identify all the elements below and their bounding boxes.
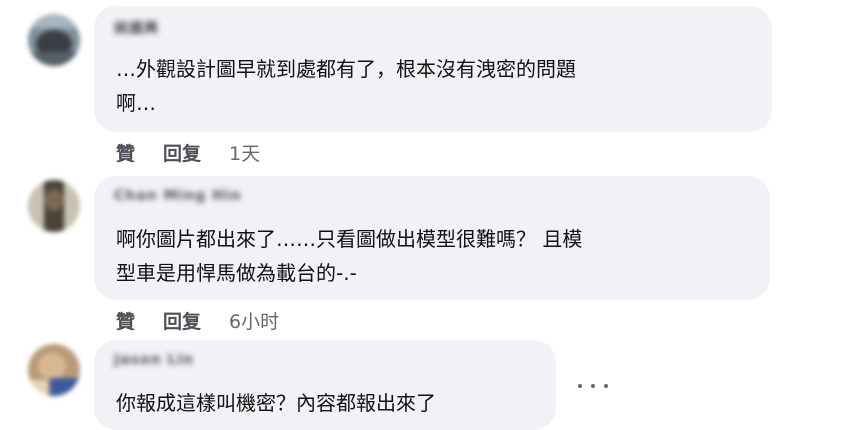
reply-button[interactable]: 回复 xyxy=(163,139,201,166)
avatar[interactable] xyxy=(28,344,80,396)
avatar-photo xyxy=(28,344,80,396)
dot-icon xyxy=(591,384,595,388)
avatar[interactable] xyxy=(28,180,80,232)
dot-icon xyxy=(604,384,608,388)
comment-actions: 贊 回复 6小时 xyxy=(116,307,279,333)
comment-author[interactable]: Jason Lin xyxy=(114,352,194,368)
like-button[interactable]: 贊 xyxy=(116,139,135,166)
comment-timestamp[interactable]: 1天 xyxy=(229,139,260,166)
avatar-photo xyxy=(28,180,80,232)
comment-author[interactable]: 姚國興 xyxy=(114,18,159,37)
like-button[interactable]: 贊 xyxy=(116,307,135,334)
comment-bubble: Chan Ming Hin 啊你圖片都出來了……只看圖做出模型很難嗎？ 且模 型… xyxy=(94,176,770,300)
comment-text-line: 啊你圖片都出來了……只看圖做出模型很難嗎？ 且模 xyxy=(116,227,583,251)
reply-button[interactable]: 回复 xyxy=(163,307,201,334)
comment-text-line: 型車是用悍馬做為載台的-.- xyxy=(116,261,357,285)
more-options-button[interactable] xyxy=(578,376,608,396)
comment-bubble: 姚國興 …外觀設計圖早就到處都有了，根本沒有洩密的問題 啊… xyxy=(94,6,772,132)
dot-icon xyxy=(578,384,582,388)
comment-timestamp[interactable]: 6小时 xyxy=(229,307,279,334)
comment-text-line: 你報成這樣叫機密？內容都報出來了 xyxy=(116,391,436,415)
avatar-photo xyxy=(28,14,80,66)
comment-actions: 贊 回复 1天 xyxy=(116,139,260,165)
comment-text-line: …外觀設計圖早就到處都有了，根本沒有洩密的問題 xyxy=(116,57,576,81)
comment-bubble: Jason Lin 你報成這樣叫機密？內容都報出來了 xyxy=(94,340,556,430)
comment-text-line: 啊… xyxy=(116,91,156,115)
comment-author[interactable]: Chan Ming Hin xyxy=(114,188,242,204)
avatar[interactable] xyxy=(28,14,80,66)
